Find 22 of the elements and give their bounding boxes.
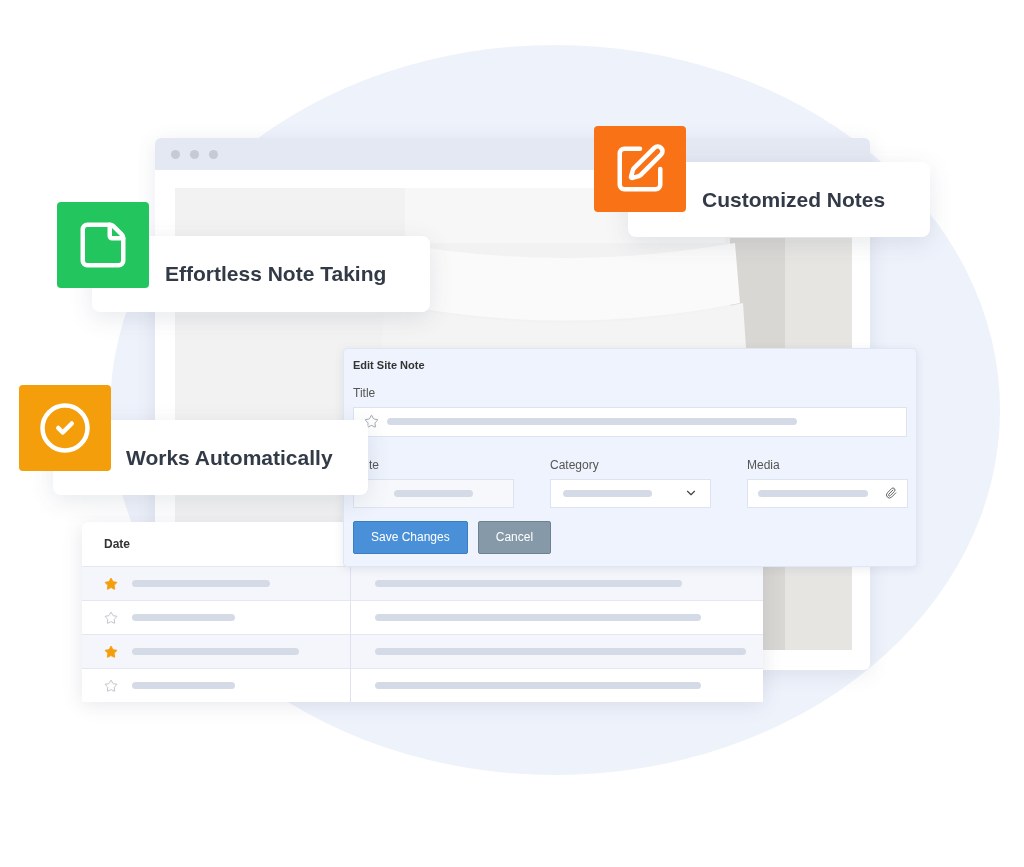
- star-icon[interactable]: [104, 678, 118, 693]
- field-label: Category: [550, 456, 600, 474]
- filled-star-icon[interactable]: [104, 644, 118, 659]
- star-icon[interactable]: [104, 610, 118, 625]
- filled-star-icon[interactable]: [104, 576, 118, 591]
- star-icon: [364, 414, 379, 429]
- column-header: Date: [104, 536, 130, 553]
- check-circle-icon: [38, 401, 92, 455]
- panel-title: Edit Site Note: [353, 358, 426, 373]
- field-label: Title: [353, 384, 377, 402]
- category-dropdown[interactable]: [550, 478, 711, 508]
- field-label: te: [368, 456, 380, 474]
- feature-label: Effortless Note Taking: [165, 261, 387, 288]
- field-label: Media: [747, 456, 781, 474]
- cancel-button[interactable]: Cancel: [477, 520, 552, 554]
- feature-label: Customized Notes: [702, 186, 886, 213]
- save-button[interactable]: Save Changes: [353, 520, 468, 554]
- media-field[interactable]: [747, 478, 908, 508]
- date-field[interactable]: [353, 478, 514, 508]
- title-field[interactable]: [353, 406, 907, 437]
- paperclip-icon: [885, 487, 897, 499]
- feature-label: Works Automatically: [126, 444, 333, 471]
